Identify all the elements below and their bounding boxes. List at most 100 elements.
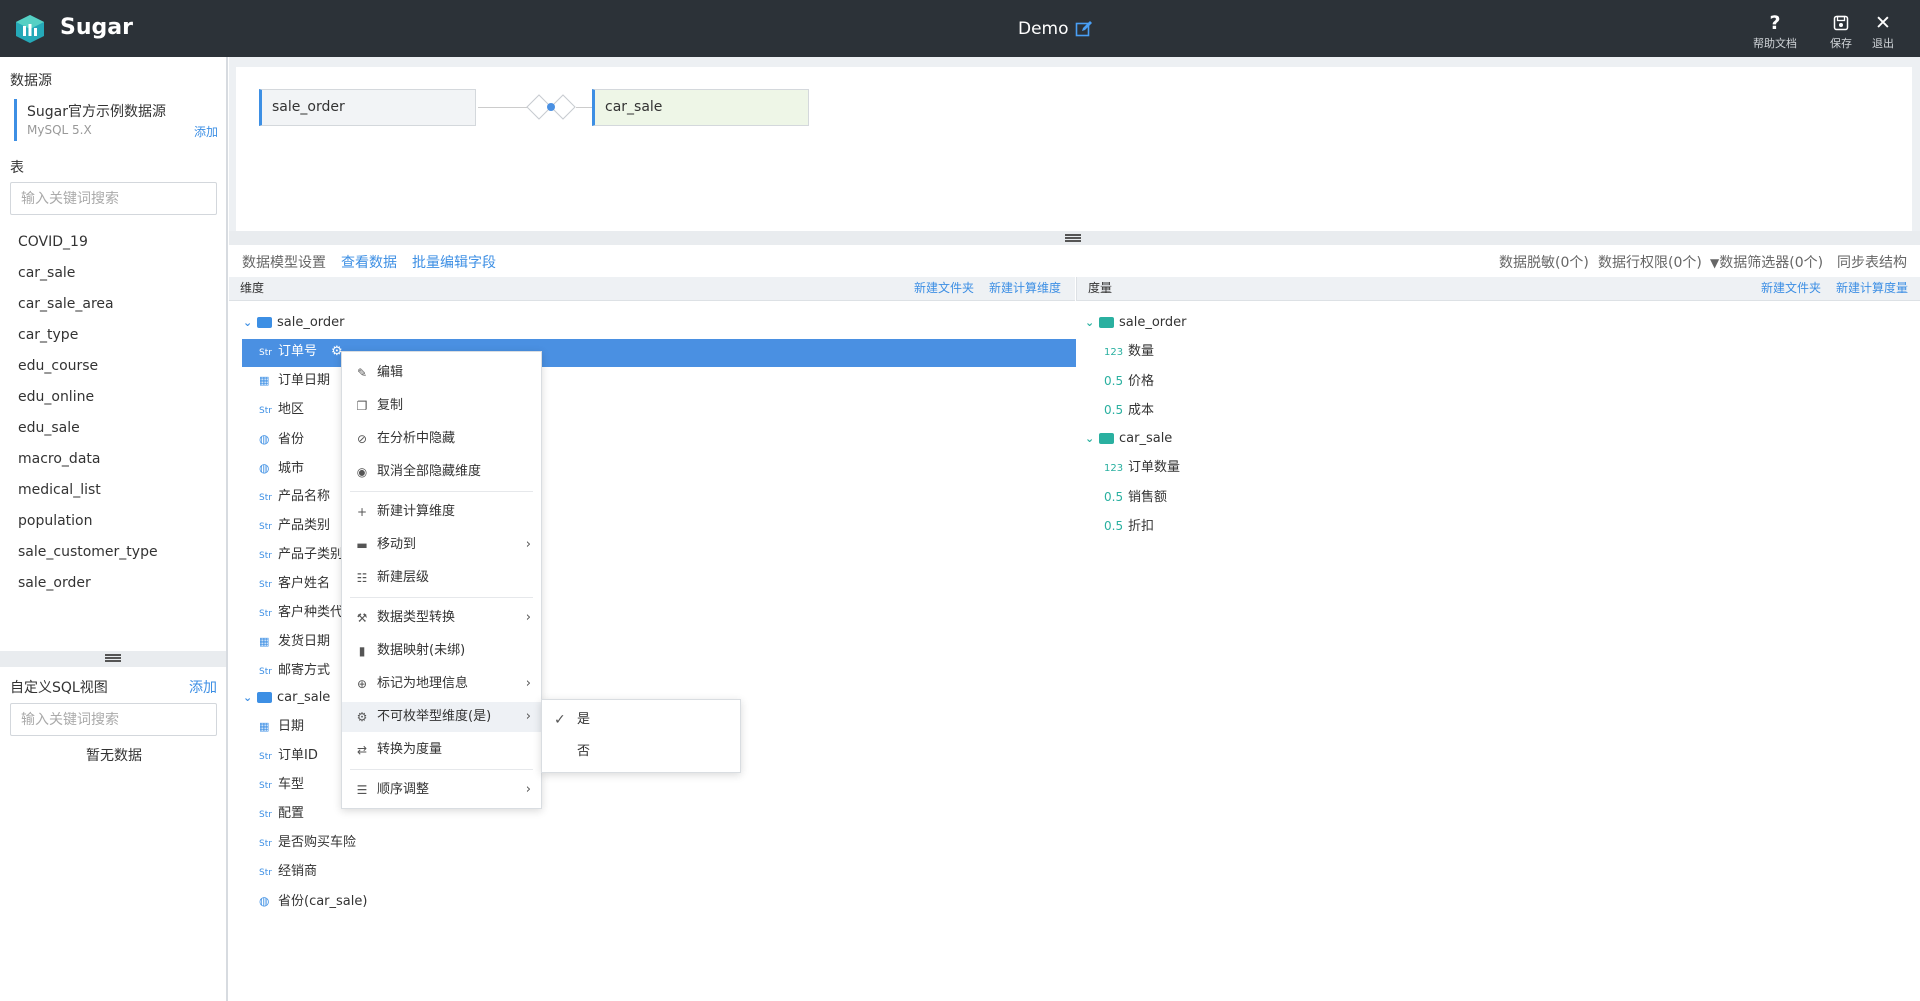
table-item[interactable]: COVID_19 <box>18 232 218 263</box>
menu-item-mapping[interactable]: ▮ 数据映射(未绑) <box>342 636 541 666</box>
decimal-type-icon: 0.5 <box>1104 490 1124 504</box>
measure-title: 度量 <box>1088 281 1113 295</box>
menu-item-to-measure[interactable]: ⇄ 转换为度量 <box>342 735 541 765</box>
dimension-field-row[interactable]: ◍ 城市 <box>259 457 304 479</box>
menu-item-geo[interactable]: ⊕ 标记为地理信息 › <box>342 669 541 699</box>
submenu-item-no[interactable]: 否 <box>542 736 740 768</box>
dimension-field-row[interactable]: Str 订单ID <box>259 745 318 767</box>
dimension-field-row[interactable]: ▦ 日期 <box>259 716 304 738</box>
measure-field-row[interactable]: 0.5 成本 <box>1104 399 1154 421</box>
string-type-icon: Str <box>259 406 272 416</box>
dimension-field-row[interactable]: Str 客户种类代 <box>259 602 343 624</box>
table-item[interactable]: edu_online <box>18 387 218 418</box>
menu-item-type-convert[interactable]: ⚒ 数据类型转换 › <box>342 603 541 633</box>
dimension-field-row[interactable]: Str 邮寄方式 <box>259 660 330 682</box>
table-item[interactable]: car_sale_area <box>18 294 218 325</box>
measure-folder-sale-order[interactable]: ⌄ sale_order <box>1085 315 1187 330</box>
dimension-field-row[interactable]: Str 经销商 <box>259 861 317 883</box>
dimension-field-row[interactable]: Str 配置 <box>259 803 304 825</box>
menu-item-unhide-all[interactable]: ◉ 取消全部隐藏维度 <box>342 457 541 487</box>
table-item[interactable]: population <box>18 511 218 542</box>
sql-view-add-link[interactable]: 添加 <box>189 677 217 697</box>
string-type-icon: Str <box>259 522 272 532</box>
field-label: 客户种类代 <box>278 605 344 620</box>
join-icon[interactable] <box>526 94 576 120</box>
measure-folder-car-sale[interactable]: ⌄ car_sale <box>1085 431 1172 446</box>
menu-item-non-enum[interactable]: ⚙ 不可枚举型维度(是) › <box>342 702 541 732</box>
table-item[interactable]: car_type <box>18 325 218 356</box>
chevron-down-icon: ⌄ <box>243 316 253 329</box>
dimension-field-row[interactable]: ▦ 发货日期 <box>259 631 330 653</box>
measure-new-folder-link[interactable]: 新建文件夹 <box>1761 277 1821 300</box>
dimension-field-row[interactable]: ▦ 订单日期 <box>259 370 330 392</box>
dimension-field-row[interactable]: Str 产品类别 <box>259 515 330 537</box>
datasource-item[interactable]: Sugar官方示例数据源 MySQL 5.X 添加 <box>14 99 218 141</box>
measure-field-row[interactable]: 0.5 折扣 <box>1104 515 1154 537</box>
brand-name: Sugar <box>60 15 133 40</box>
menu-item-new-level[interactable]: ☷ 新建层级 <box>342 563 541 593</box>
menu-item-unhide-all-label: 取消全部隐藏维度 <box>377 464 482 479</box>
data-filter-link[interactable]: ▼数据筛选器(0个) <box>1710 252 1823 272</box>
submenu-item-yes[interactable]: ✓ 是 <box>542 704 740 736</box>
table-item[interactable]: sale_customer_type <box>18 542 218 573</box>
sync-schema-link[interactable]: 同步表结构 <box>1837 252 1907 272</box>
field-label: 产品子类别 <box>278 547 344 562</box>
table-item[interactable]: edu_course <box>18 356 218 387</box>
table-search-input[interactable] <box>10 182 217 215</box>
menu-item-copy[interactable]: ❐ 复制 <box>342 391 541 421</box>
sql-search-input[interactable] <box>10 703 217 736</box>
copy-icon: ❐ <box>356 399 368 413</box>
save-icon <box>1826 13 1856 33</box>
batch-edit-link[interactable]: 批量编辑字段 <box>412 252 496 272</box>
measure-field-row[interactable]: 0.5 价格 <box>1104 370 1154 392</box>
chevron-right-icon: › <box>525 709 531 724</box>
dimension-field-row[interactable]: Str 地区 <box>259 399 304 421</box>
exit-button[interactable]: ✕ 退出 <box>1868 13 1898 51</box>
dimension-field-row[interactable]: Str 产品名称 <box>259 486 330 508</box>
dim-new-folder-link[interactable]: 新建文件夹 <box>914 277 974 300</box>
table-item[interactable]: medical_list <box>18 480 218 511</box>
dimension-field-row[interactable]: ◍ 省份(car_sale) <box>259 890 367 912</box>
dimension-field-row[interactable]: ◍ 省份 <box>259 428 304 450</box>
chevron-down-icon: ⌄ <box>1085 432 1095 445</box>
dim-folder-car-sale[interactable]: ⌄ car_sale <box>243 690 330 705</box>
view-data-link[interactable]: 查看数据 <box>341 252 397 272</box>
menu-item-new-calc-dim[interactable]: + 新建计算维度 <box>342 497 541 527</box>
folder-label: car_sale <box>1119 431 1173 446</box>
data-masking-link[interactable]: 数据脱敏(0个) <box>1499 252 1589 272</box>
canvas-resize-handle[interactable] <box>229 231 1920 245</box>
integer-type-icon: 123 <box>1104 463 1124 474</box>
datasource-add-link[interactable]: 添加 <box>194 123 218 140</box>
save-button[interactable]: 保存 <box>1826 13 1856 51</box>
model-node-left[interactable]: sale_order <box>259 89 476 126</box>
menu-item-order[interactable]: ☰ 顺序调整 › <box>342 775 541 805</box>
dimension-field-row[interactable]: Str 是否购买车险 <box>259 832 356 854</box>
field-label: 订单日期 <box>278 373 331 388</box>
measure-field-row[interactable]: 0.5 销售额 <box>1104 486 1167 508</box>
sidebar-resize-handle[interactable] <box>0 651 226 667</box>
measure-new-calc-link[interactable]: 新建计算度量 <box>1836 277 1908 300</box>
measure-field-row[interactable]: 123 订单数量 <box>1104 457 1180 479</box>
tab-model-settings[interactable]: 数据模型设置 <box>242 252 326 272</box>
table-item[interactable]: macro_data <box>18 449 218 480</box>
dim-folder-sale-order[interactable]: ⌄ sale_order <box>243 315 345 330</box>
dimension-field-row[interactable]: Str 订单号 ⚙ <box>259 341 343 363</box>
dimension-field-row[interactable]: Str 车型 <box>259 774 304 796</box>
menu-item-edit[interactable]: ✎ 编辑 <box>342 358 541 388</box>
menu-item-hide[interactable]: ⊘ 在分析中隐藏 <box>342 424 541 454</box>
table-item[interactable]: sale_order <box>18 573 218 604</box>
table-item[interactable]: edu_sale <box>18 418 218 449</box>
measure-field-row[interactable]: 123 数量 <box>1104 341 1154 363</box>
folder-label: car_sale <box>277 690 331 705</box>
table-item[interactable]: car_sale <box>18 263 218 294</box>
edit-title-icon[interactable] <box>1075 20 1093 38</box>
menu-item-move-to[interactable]: ▬ 移动到 › <box>342 530 541 560</box>
row-permission-link[interactable]: 数据行权限(0个) <box>1598 252 1702 272</box>
decimal-type-icon: 0.5 <box>1104 374 1124 388</box>
dimension-field-row[interactable]: Str 客户姓名 <box>259 573 330 595</box>
dimension-field-row[interactable]: Str 产品子类别 <box>259 544 343 566</box>
field-label: 订单号 <box>278 344 318 359</box>
dim-new-calc-link[interactable]: 新建计算维度 <box>989 277 1061 300</box>
help-docs-button[interactable]: ? 帮助文档 <box>1747 13 1803 51</box>
model-node-right[interactable]: car_sale <box>592 89 809 126</box>
